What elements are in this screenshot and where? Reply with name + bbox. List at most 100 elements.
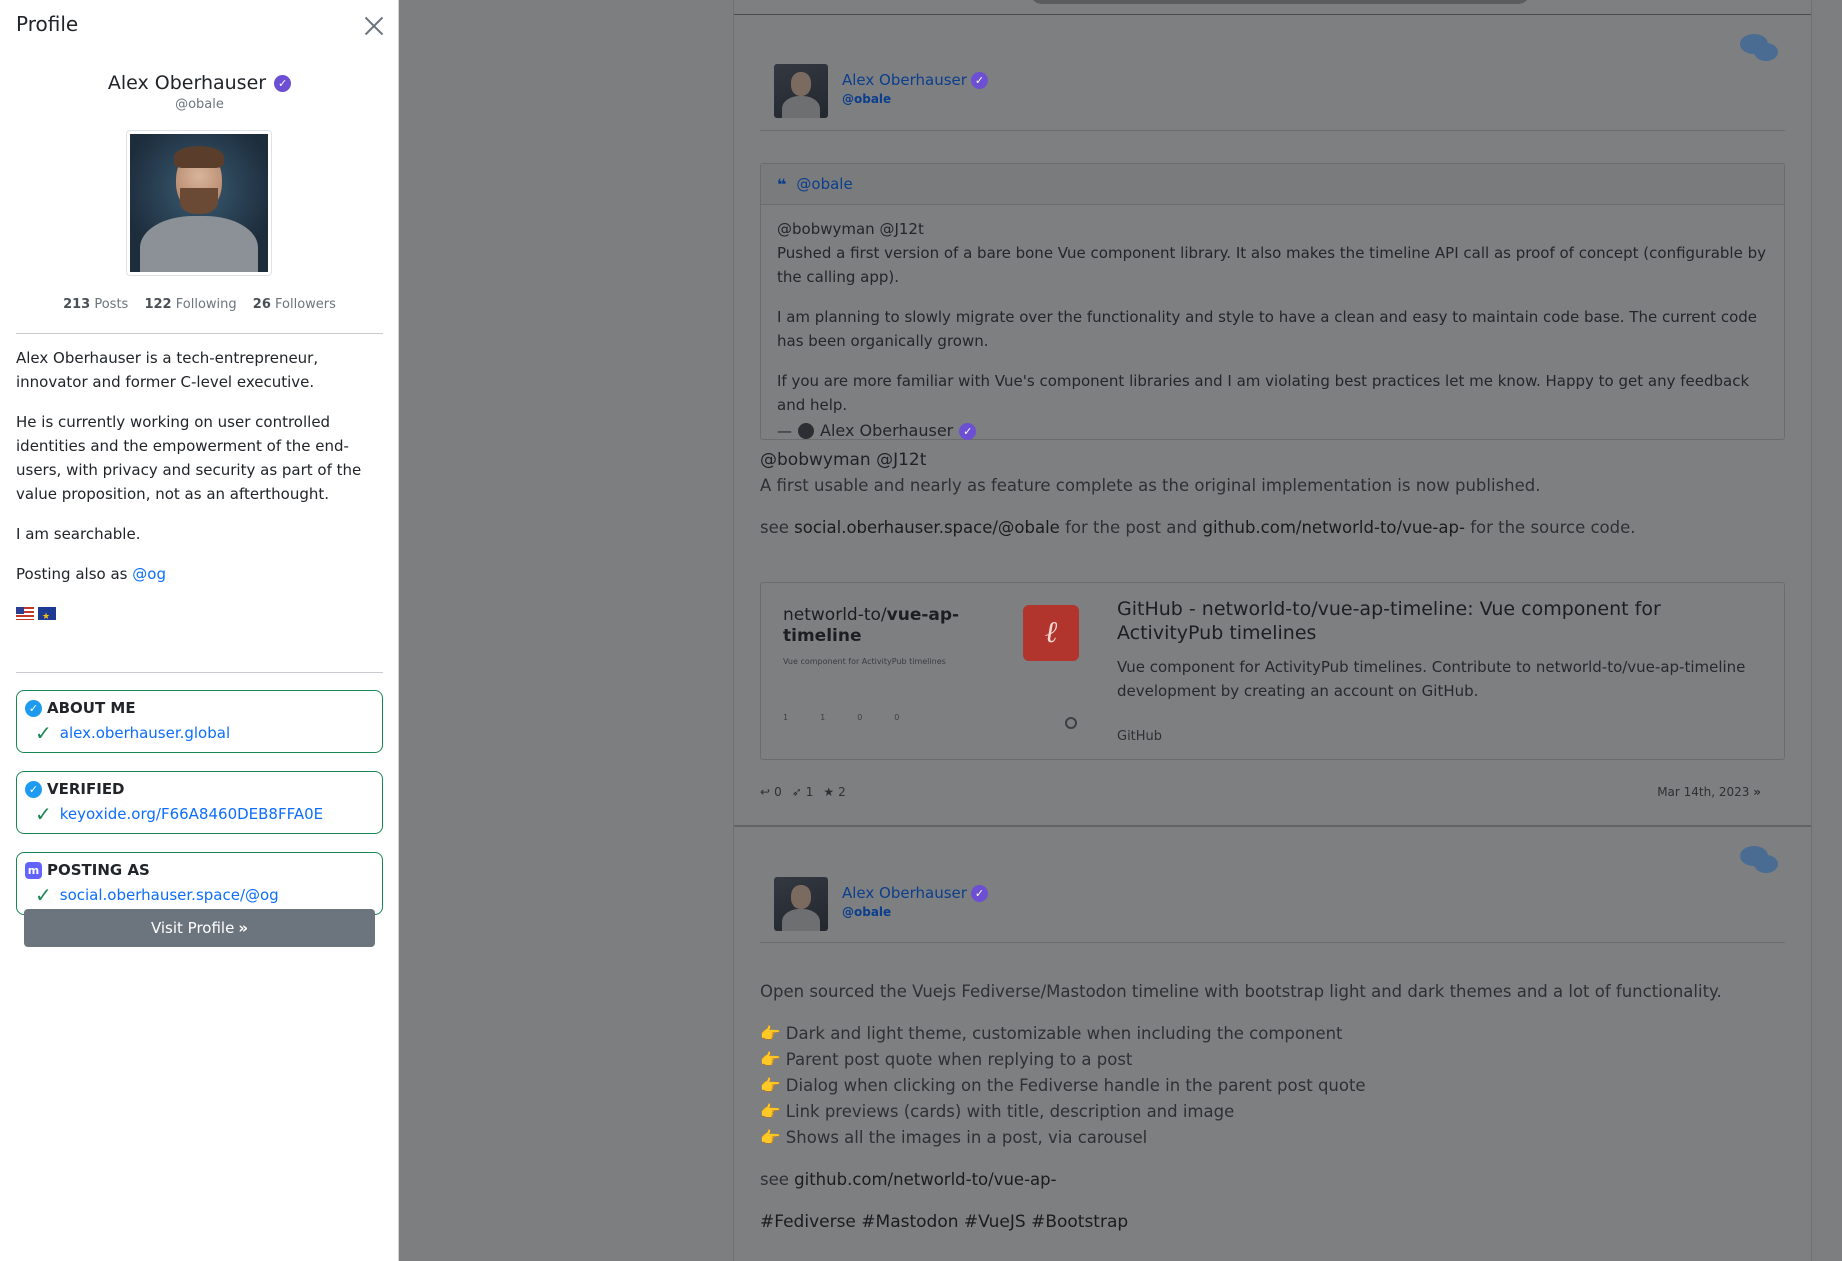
post-author: Alex Oberhauser ✓ @obale [774,877,988,931]
github-icon [1065,717,1077,729]
claim-verified: ✓VERIFIED ✓keyoxide.org/F66A8460DEB8FFA0… [16,771,383,834]
divider [760,942,1785,943]
list-item: 👉 Parent post quote when replying to a p… [760,1047,1785,1073]
post-author: Alex Oberhauser ✓ @obale [774,64,988,118]
card-description: Vue component for ActivityPub timelines.… [1117,655,1760,703]
checkmark-icon: ✓ [35,886,52,904]
post-text-1: A first usable and nearly as feature com… [760,473,1785,499]
claim-posting-as: mPOSTING AS ✓social.oberhauser.space/@og [16,852,383,915]
bio-posting-also: Posting also as @og [16,562,384,586]
quote-body: @bobwyman @J12t Pushed a first version o… [761,205,1784,443]
feature-list: 👉 Dark and light theme, customizable whe… [760,1021,1785,1151]
pointing-hand-icon: 👉 [760,1102,781,1121]
comments-icon[interactable] [1739,31,1779,65]
checkmark-icon: ✓ [35,805,52,823]
top-scroll-pill [1030,0,1530,4]
profile-flags [16,602,384,626]
quote-signature-name[interactable]: Alex Oberhauser [820,419,953,443]
verified-badge-icon: ✓ [971,885,988,902]
us-flag-icon [16,607,34,620]
list-item: 👉 Dialog when clicking on the Fediverse … [760,1073,1785,1099]
checkmark-icon: ✓ [35,724,52,742]
divider [760,130,1785,131]
verified-badge-icon: ✓ [959,423,976,440]
post-date-link[interactable]: Mar 14th, 2023 » [1657,785,1761,799]
claim-link[interactable]: keyoxide.org/F66A8460DEB8FFA0E [60,805,323,823]
boost-button[interactable]: ➶1 [792,785,814,799]
card-thumb-stats: 1 1 0 0 [783,713,899,722]
author-name[interactable]: Alex Oberhauser ✓ [842,884,988,902]
post-content: Open sourced the Vuejs Fediverse/Mastodo… [760,979,1785,1251]
card-info: GitHub - networld-to/vue-ap-timeline: Vu… [1117,597,1760,744]
verified-badge-icon: ✓ [274,75,291,92]
quote-handle[interactable]: @obale [796,175,852,193]
profile-avatar [126,130,272,276]
mini-avatar [798,423,814,439]
check-circle-icon: ✓ [25,781,42,798]
double-chevron-right-icon: » [1753,785,1761,799]
post-text-2: see social.oberhauser.space/@obale for t… [760,515,1785,541]
divider [16,333,383,334]
card-thumbnail: networld-to/vue-ap- timeline Vue compone… [761,583,1086,759]
comments-icon[interactable] [1739,843,1779,877]
claim-about-me: ✓ABOUT ME ✓alex.oberhauser.global [16,690,383,753]
claim-link[interactable]: social.oberhauser.space/@og [60,886,279,904]
reply-icon: ↩ [760,785,770,799]
star-icon: ★ [823,785,834,799]
list-item: 👉 Shows all the images in a post, via ca… [760,1125,1785,1151]
rocket-icon: ➶ [792,785,802,799]
quote-line-1: Pushed a first version of a bare bone Vu… [777,241,1768,289]
author-handle[interactable]: @obale [842,92,988,106]
profile-bio: Alex Oberhauser is a tech-entrepreneur, … [16,346,384,642]
card-thumb-repo: networld-to/vue-ap- timeline [783,605,959,647]
quote-line-3: If you are more familiar with Vue's comp… [777,369,1768,417]
favourite-button[interactable]: ★2 [823,785,845,799]
divider [16,672,383,673]
link-preview-card[interactable]: networld-to/vue-ap- timeline Vue compone… [760,582,1785,760]
quote-mentions: @bobwyman @J12t [777,217,1768,241]
verified-badge-icon: ✓ [971,72,988,89]
post-1: Alex Oberhauser ✓ @obale ❝ @obale @bobwy… [734,15,1811,825]
post-link-social[interactable]: social.oberhauser.space/@obale [794,518,1060,537]
author-avatar[interactable] [774,64,828,118]
profile-name: Alex Oberhauser ✓ [0,72,399,94]
pointing-hand-icon: 👉 [760,1128,781,1147]
check-circle-icon: ✓ [25,700,42,717]
post-link-github[interactable]: github.com/networld-to/vue-ap- [1203,518,1465,537]
quote-icon: ❝ [777,175,786,194]
pointing-hand-icon: 👉 [760,1024,781,1043]
mastodon-icon: m [25,862,42,879]
quote-line-2: I am planning to slowly migrate over the… [777,305,1768,353]
profile-panel: Profile Alex Oberhauser ✓ @obale 213 Pos… [0,0,399,1261]
pointing-hand-icon: 👉 [760,1076,781,1095]
post-2: Alex Oberhauser ✓ @obale Open sourced th… [734,827,1811,1261]
list-item: 👉 Link previews (cards) with title, desc… [760,1099,1785,1125]
card-thumb-subtitle: Vue component for ActivityPub timelines [783,657,946,666]
parent-post-quote: ❝ @obale @bobwyman @J12t Pushed a first … [760,163,1785,440]
repo-logo-icon: ℓ [1023,605,1079,661]
post-footer: ↩0 ➶1 ★2 Mar 14th, 2023 » [760,785,1761,799]
close-button[interactable] [362,14,386,38]
panel-title: Profile [16,12,78,36]
author-avatar[interactable] [774,877,828,931]
pointing-hand-icon: 👉 [760,1050,781,1069]
author-handle[interactable]: @obale [842,905,988,919]
post-link-github[interactable]: github.com/networld-to/vue-ap- [794,1170,1056,1189]
post-mentions[interactable]: @bobwyman @J12t [760,447,1785,473]
post-text-see: see github.com/networld-to/vue-ap- [760,1167,1785,1193]
list-item: 👉 Dark and light theme, customizable whe… [760,1021,1785,1047]
profile-handle: @obale [0,97,399,112]
profile-stats: 213 Posts 122 Following 26 Followers [0,297,399,312]
claim-link[interactable]: alex.oberhauser.global [60,724,230,742]
card-title[interactable]: GitHub - networld-to/vue-ap-timeline: Vu… [1117,597,1760,645]
bio-paragraph: Alex Oberhauser is a tech-entrepreneur, … [16,346,384,394]
bio-paragraph: I am searchable. [16,522,384,546]
post-hashtags[interactable]: #Fediverse #Mastodon #VueJS #Bootstrap [760,1209,1785,1235]
double-chevron-right-icon: » [238,919,248,937]
quote-header: ❝ @obale [761,164,1784,205]
reply-button[interactable]: ↩0 [760,785,782,799]
posting-also-link[interactable]: @og [132,565,166,583]
visit-profile-button[interactable]: Visit Profile » [24,909,375,947]
author-name[interactable]: Alex Oberhauser ✓ [842,71,988,89]
card-site: GitHub [1117,729,1760,744]
